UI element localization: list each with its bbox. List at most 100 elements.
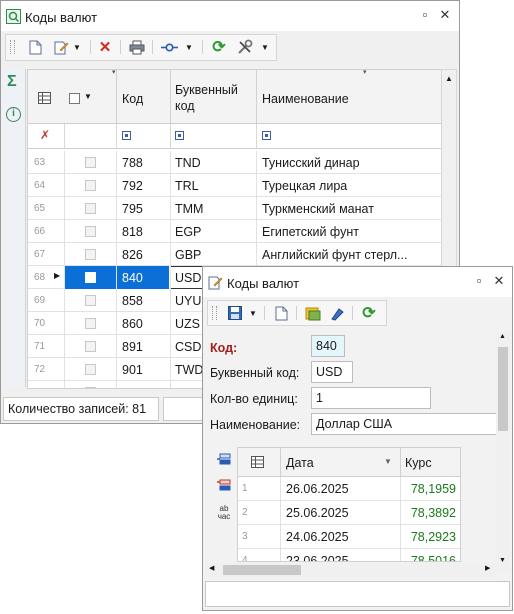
col-header-alpha-line2[interactable]: код	[175, 99, 195, 113]
table-row[interactable]: 65 795 TMM Туркменский манат	[28, 197, 442, 220]
add-row-icon[interactable]	[217, 453, 231, 469]
scroll-left-icon[interactable]: ◀	[209, 564, 214, 572]
restore-button[interactable]: ▫	[417, 7, 433, 23]
scrollbar-thumb[interactable]	[223, 565, 301, 575]
row-checkbox[interactable]	[85, 341, 96, 352]
info-icon[interactable]: i	[6, 107, 21, 122]
row-code: 860	[122, 317, 143, 331]
toolbar-grip[interactable]	[10, 40, 15, 54]
column-drag-handle[interactable]: ▾	[112, 70, 116, 76]
row-checkbox[interactable]	[85, 157, 96, 168]
alpha-code-field[interactable]: USD	[311, 361, 353, 383]
row-checkbox[interactable]	[85, 318, 96, 329]
chevron-down-icon[interactable]: ▼	[72, 38, 82, 56]
column-divider	[256, 151, 257, 174]
link-icon[interactable]	[160, 38, 178, 56]
scroll-up-icon[interactable]: ▲	[499, 333, 506, 340]
row-number: 63	[34, 157, 46, 168]
vertical-scrollbar[interactable]: ▲ ▼	[496, 333, 510, 571]
column-divider	[116, 358, 117, 381]
folder-icon[interactable]	[304, 304, 322, 322]
row-alpha-code: TRL	[175, 179, 199, 193]
main-toolbar: ▼ ✕ ▼ ⟳ ▼	[5, 34, 277, 61]
row-checkbox[interactable]	[85, 295, 96, 306]
scroll-down-icon[interactable]: ▼	[499, 557, 506, 564]
column-divider	[400, 501, 401, 525]
filter-code-icon[interactable]	[122, 131, 131, 140]
row-number: 2	[242, 507, 248, 518]
print-icon[interactable]	[128, 38, 146, 56]
chevron-down-icon[interactable]: ▼	[184, 38, 194, 56]
rates-header: Дата ▼ Курс	[238, 448, 460, 477]
scroll-up-icon[interactable]: ▲	[445, 74, 453, 83]
row-checkbox[interactable]	[85, 180, 96, 191]
rate-row[interactable]: 2 25.06.2025 78,3892	[238, 501, 460, 525]
row-checkbox[interactable]	[85, 226, 96, 237]
horizontal-scrollbar[interactable]: ◀ ▶	[205, 563, 497, 577]
toolbar-grip[interactable]	[212, 306, 217, 320]
spellcheck-icon[interactable]: ab чаc	[215, 505, 233, 521]
row-checkbox[interactable]	[85, 249, 96, 260]
select-all-checkbox[interactable]	[69, 93, 80, 104]
name-field[interactable]: Доллар США	[311, 413, 497, 435]
column-divider	[280, 477, 281, 501]
edit-doc-icon[interactable]	[52, 38, 70, 56]
close-button[interactable]: ✕	[491, 273, 507, 289]
scroll-right-icon[interactable]: ▶	[485, 564, 490, 572]
column-divider	[170, 243, 171, 266]
column-divider	[116, 312, 117, 335]
column-divider	[116, 335, 117, 358]
new-doc-icon[interactable]	[26, 38, 44, 56]
table-row[interactable]: 63 788 TND Тунисский динар	[28, 151, 442, 174]
refresh-icon[interactable]: ⟳	[210, 38, 228, 56]
chevron-down-icon[interactable]: ▼	[248, 304, 258, 322]
code-field[interactable]: 840	[311, 335, 345, 357]
table-layout-icon[interactable]	[251, 456, 264, 471]
table-row[interactable]: 64 792 TRL Турецкая лира	[28, 174, 442, 197]
table-row[interactable]: 67 826 GBP Английский фунт стерл...	[28, 243, 442, 266]
new-doc-icon[interactable]	[272, 304, 290, 322]
pen-icon[interactable]	[328, 304, 346, 322]
column-divider	[170, 220, 171, 243]
row-checkbox[interactable]	[85, 272, 96, 283]
sort-desc-icon[interactable]: ▼	[384, 457, 392, 466]
detail-titlebar: Коды валют ▫ ✕	[203, 267, 512, 297]
col-header-alpha-line1[interactable]: Буквенный	[175, 83, 238, 97]
col-header-name[interactable]: Наименование	[262, 92, 349, 106]
scrollbar-thumb[interactable]	[498, 347, 508, 431]
row-checkbox[interactable]	[85, 387, 96, 388]
col-header-rate[interactable]: Курс	[405, 456, 432, 470]
filter-name-icon[interactable]	[262, 131, 271, 140]
close-button[interactable]: ✕	[437, 7, 453, 23]
rate-date: 25.06.2025	[286, 506, 349, 520]
rate-row[interactable]: 1 26.06.2025 78,1959	[238, 477, 460, 501]
row-checkbox[interactable]	[85, 203, 96, 214]
chevron-down-icon[interactable]: ▼	[84, 92, 92, 101]
row-checkbox[interactable]	[85, 364, 96, 375]
row-number: 69	[34, 295, 46, 306]
row-pointer-icon: ▶	[54, 271, 61, 280]
col-header-code[interactable]: Код	[122, 92, 143, 106]
toolbar-separator	[90, 40, 91, 54]
remove-row-icon[interactable]	[217, 479, 231, 495]
chevron-down-icon[interactable]: ▼	[260, 38, 270, 56]
delete-icon[interactable]: ✕	[96, 38, 114, 56]
filter-alpha-icon[interactable]	[175, 131, 184, 140]
col-header-date[interactable]: Дата	[286, 456, 314, 470]
sigma-icon[interactable]: Σ	[7, 73, 17, 91]
units-field[interactable]: 1	[311, 387, 431, 409]
filter-row: ✗	[28, 124, 442, 149]
clear-filter-icon[interactable]: ✗	[40, 128, 50, 142]
toolbar-separator	[202, 40, 203, 54]
rate-row[interactable]: 3 24.06.2025 78,2923	[238, 525, 460, 549]
table-row[interactable]: 66 818 EGP Египетский фунт	[28, 220, 442, 243]
column-divider	[64, 312, 65, 335]
table-layout-icon[interactable]	[38, 92, 51, 107]
tools-icon[interactable]	[236, 38, 254, 56]
row-name: Турецкая лира	[262, 179, 348, 193]
save-icon[interactable]	[226, 304, 244, 322]
rate-row[interactable]: 4 23.06.2025 78,5016	[238, 549, 460, 561]
column-drag-handle[interactable]: ▾	[363, 70, 367, 76]
refresh-icon[interactable]: ⟳	[360, 304, 378, 322]
restore-button[interactable]: ▫	[471, 273, 487, 289]
